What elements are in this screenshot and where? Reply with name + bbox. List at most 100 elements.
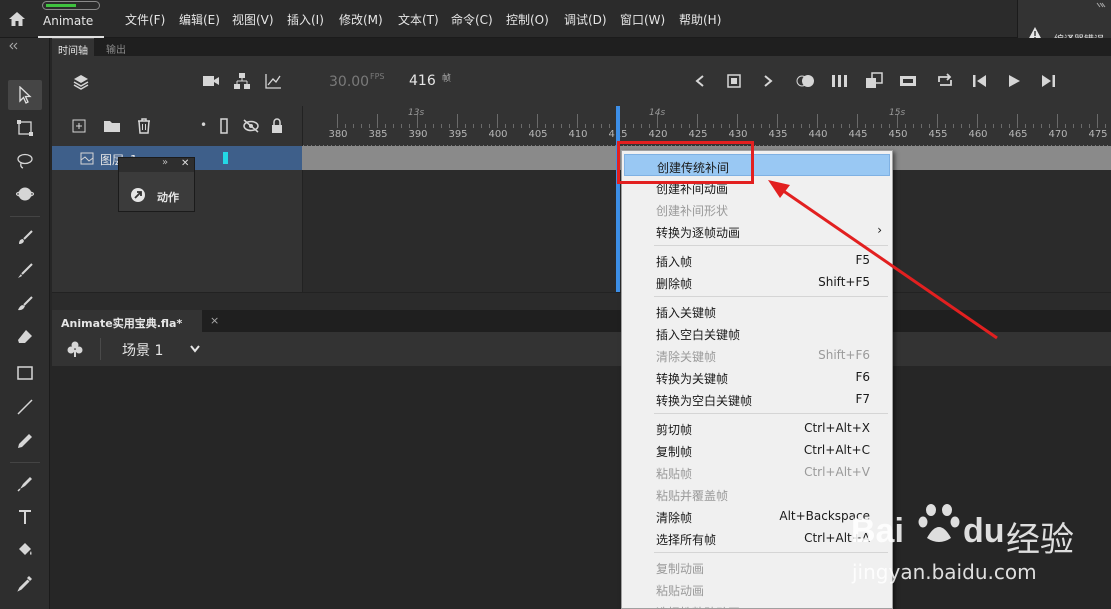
paint-brush-tool[interactable] — [8, 223, 42, 253]
ruler-tick-label: 440 — [808, 129, 828, 140]
chevron-right-icon[interactable] — [762, 74, 774, 88]
annotation-arrow — [768, 180, 998, 340]
play-icon[interactable] — [1007, 74, 1021, 88]
dot-icon[interactable]: • — [200, 118, 207, 132]
lock-icon[interactable] — [270, 118, 284, 134]
playhead[interactable] — [616, 106, 620, 292]
frame-ruler[interactable]: 13s 14s 15s 3803853903954004054104154204… — [302, 106, 1111, 146]
onion-skin-icon[interactable] — [796, 73, 816, 89]
baidu-watermark: Bai du 经验 jingyan.baidu.com — [820, 490, 1111, 609]
menu-insert[interactable]: 插入(I) — [287, 11, 324, 28]
parenting-icon[interactable] — [233, 72, 251, 90]
actions-panel[interactable]: » ✕ 动作 — [118, 157, 195, 212]
current-frame-value[interactable]: 416 — [409, 73, 436, 89]
actions-panel-titlebar[interactable]: » ✕ — [119, 157, 194, 172]
graph-icon[interactable] — [264, 73, 282, 89]
menu-text[interactable]: 文本(T) — [398, 11, 439, 28]
annotation-highlight-box — [617, 141, 754, 184]
menu-item-label: 复制动画 — [656, 562, 705, 576]
visibility-off-icon[interactable] — [242, 118, 260, 134]
tab-timeline[interactable]: 时间轴 — [52, 38, 94, 57]
free-transform-tool[interactable] — [8, 113, 42, 143]
menu-item-label: 粘贴帧 — [656, 467, 693, 481]
menu-view[interactable]: 视图(V) — [232, 11, 274, 28]
menu-item-label: 粘贴动画 — [656, 584, 705, 598]
watermark-url: jingyan.baidu.com — [852, 560, 1037, 584]
menu-item-shortcut: Shift+F6 — [818, 348, 870, 362]
step-forward-icon[interactable] — [1040, 74, 1056, 88]
camera-3d-tool[interactable] — [8, 179, 42, 209]
eraser-tool[interactable] — [8, 322, 42, 352]
camera-icon[interactable] — [202, 74, 220, 88]
globe-icon — [16, 187, 34, 201]
line-tool[interactable] — [8, 392, 42, 422]
selection-tool[interactable] — [8, 80, 42, 110]
menu-item-label: 选择性粘贴动画 — [656, 604, 740, 609]
layers-icon[interactable] — [72, 73, 90, 91]
context-menu-item[interactable]: 粘贴帧 Ctrl+Alt+V — [624, 461, 890, 483]
document-tab[interactable]: Animate实用宝典.fla* — [52, 310, 202, 332]
menu-edit[interactable]: 编辑(E) — [179, 11, 220, 28]
step-back-icon[interactable] — [972, 74, 988, 88]
menu-item-label: 转换为逐帧动画 — [656, 226, 741, 240]
layer-color-swatch[interactable] — [223, 152, 228, 164]
menu-item-label: 剪切帧 — [656, 423, 693, 437]
ruler-tick-label: 390 — [408, 129, 428, 140]
close-icon[interactable]: ✕ — [181, 158, 189, 169]
keyframe-icon[interactable] — [726, 74, 742, 88]
menu-commands[interactable]: 命令(C) — [451, 11, 493, 28]
menu-file[interactable]: 文件(F) — [125, 11, 165, 28]
close-tab-icon[interactable]: × — [210, 314, 219, 327]
menu-control[interactable]: 控制(O) — [506, 11, 549, 28]
context-menu-item[interactable]: 转换为空白关键帧 F7 — [624, 388, 890, 410]
context-menu-item[interactable]: 剪切帧 Ctrl+Alt+X — [624, 417, 890, 439]
watermark-brand-suffix: du — [963, 512, 1005, 550]
trash-icon[interactable] — [136, 118, 152, 134]
ruler-seconds-label: 15s — [889, 108, 906, 118]
fluid-brush-tool[interactable] — [8, 289, 42, 319]
brush-tool[interactable] — [8, 256, 42, 286]
scene-icon[interactable] — [66, 340, 84, 358]
fps-value[interactable]: 30.00 — [329, 74, 369, 90]
paint-bucket-tool[interactable] — [8, 535, 42, 565]
frame-view-icon[interactable] — [830, 73, 850, 89]
menu-item-label: 插入关键帧 — [656, 306, 717, 320]
pencil-tool[interactable] — [8, 426, 42, 456]
eyedropper-tool[interactable] — [8, 568, 42, 598]
menu-bar: Animate 文件(F) 编辑(E) 视图(V) 插入(I) 修改(M) 文本… — [0, 0, 1111, 38]
context-menu-item[interactable]: 转换为关键帧 F6 — [624, 366, 890, 388]
menu-item-shortcut: Ctrl+Alt+X — [804, 421, 870, 435]
context-menu-item[interactable]: 复制帧 Ctrl+Alt+C — [624, 439, 890, 461]
insert-layer-icon[interactable] — [865, 72, 883, 90]
tab-output[interactable]: 输出 — [100, 38, 132, 56]
menu-item-label: 复制帧 — [656, 445, 693, 459]
panel-tabs: 时间轴 输出 — [52, 38, 1111, 57]
transform-icon — [17, 120, 33, 136]
home-button[interactable] — [0, 0, 34, 38]
new-layer-icon[interactable] — [72, 119, 86, 133]
outline-icon[interactable] — [219, 118, 229, 134]
home-icon — [9, 12, 25, 26]
rectangle-tool[interactable] — [8, 358, 42, 388]
ruler-tick-label: 400 — [488, 129, 508, 140]
context-menu-item[interactable]: 清除关键帧 Shift+F6 — [624, 344, 890, 366]
menu-help[interactable]: 帮助(H) — [679, 11, 721, 28]
collapse-icon[interactable] — [1096, 2, 1108, 8]
menu-window[interactable]: 窗口(W) — [620, 11, 665, 28]
chevron-down-icon[interactable] — [189, 344, 201, 354]
collapse-tools-icon[interactable] — [8, 42, 20, 50]
text-tool[interactable] — [8, 502, 42, 532]
pen-tool[interactable] — [8, 469, 42, 499]
menu-modify[interactable]: 修改(M) — [339, 11, 383, 28]
scene-name[interactable]: 场景 1 — [122, 340, 163, 360]
ruler-tick-label: 435 — [768, 129, 788, 140]
menu-item-shortcut: Ctrl+Alt+V — [804, 465, 870, 479]
folder-icon[interactable] — [103, 119, 121, 133]
menu-debug[interactable]: 调试(D) — [564, 11, 607, 28]
ruler-tick-label: 410 — [568, 129, 588, 140]
loop-icon[interactable] — [936, 72, 954, 90]
clip-icon[interactable] — [899, 73, 917, 89]
lasso-tool[interactable] — [8, 146, 42, 176]
expand-icon[interactable]: » — [162, 157, 168, 168]
chevron-left-icon[interactable] — [694, 74, 706, 88]
